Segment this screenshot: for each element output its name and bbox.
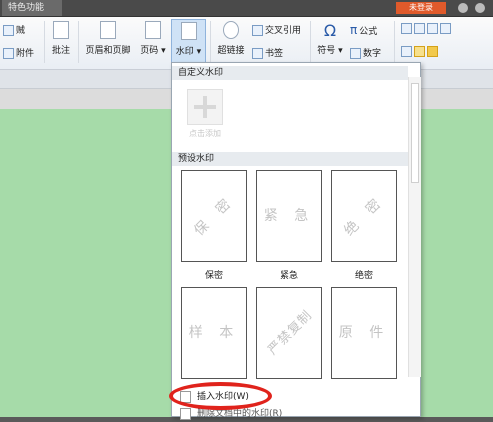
cross-reference-button[interactable]: 交叉引用 (252, 23, 301, 36)
form-icon (427, 23, 438, 34)
login-button[interactable]: 未登录 (396, 2, 446, 14)
attachment-icon (3, 48, 14, 59)
omega-icon: Ω (323, 21, 337, 40)
attachment-button[interactable]: 附件 (3, 46, 34, 59)
pi-icon: π (350, 23, 358, 37)
scroll-thumb[interactable] (411, 83, 419, 183)
table-icon (440, 23, 451, 34)
title-bar: 特色功能 未登录 (0, 0, 493, 17)
ribbon-small-item-1[interactable]: 贼 (3, 23, 25, 36)
ribbon-extra-row-2[interactable] (401, 46, 440, 57)
page-number-button[interactable]: 页码 ▾ (137, 19, 169, 65)
watermark-button[interactable]: 水印 ▾ (171, 19, 206, 65)
preset-watermark-yuanjian[interactable]: 原 件 (331, 287, 397, 379)
watermark-icon (180, 22, 197, 40)
bookmark-button[interactable]: 书签 (252, 46, 283, 59)
watermark-dropdown: 自定义水印 点击添加 预设水印 保 密 紧 急 绝 密 保密 紧急 绝密 样 本… (171, 62, 421, 420)
custom-watermark-header: 自定义水印 (172, 66, 408, 80)
preset-watermark-header: 预设水印 (172, 152, 408, 166)
page-remove-icon (180, 407, 191, 420)
page-number-icon (145, 21, 161, 39)
preset-watermark-yanjinfuzhi[interactable]: 严禁复制 (256, 287, 322, 379)
comment-button[interactable]: 批注 (48, 19, 74, 65)
comment-icon (53, 21, 69, 39)
lock-icon (427, 46, 438, 57)
formula-button[interactable]: π 公式 (350, 23, 377, 37)
header-footer-button[interactable]: 页眉和页脚 (82, 19, 134, 65)
preset-watermark-yangben[interactable]: 样 本 (181, 287, 247, 379)
settings-icon[interactable] (458, 3, 468, 13)
text-icon (401, 46, 412, 57)
feature-tab[interactable]: 特色功能 (2, 0, 62, 16)
ribbon-extra-row-1[interactable] (401, 23, 453, 34)
highlight-circle-annotation (169, 382, 272, 410)
flag-icon (252, 48, 263, 59)
checkbox-icon (414, 23, 425, 34)
number-button[interactable]: 数字 (350, 46, 381, 59)
document-icon (3, 25, 14, 36)
cross-reference-icon (252, 25, 263, 36)
document-page-right (421, 109, 493, 417)
field-icon (401, 23, 412, 34)
header-footer-icon (100, 21, 116, 39)
symbol-button[interactable]: Ω 符号 ▾ (314, 19, 346, 65)
preset-watermark-baomi[interactable]: 保 密 (181, 170, 247, 262)
document-page-left (0, 109, 171, 417)
plus-icon (187, 89, 223, 125)
add-custom-watermark-button[interactable]: 点击添加 (182, 89, 228, 139)
preset-caption: 保密 (204, 271, 223, 281)
preset-caption: 绝密 (354, 271, 373, 281)
hyperlink-button[interactable]: 超链接 (214, 19, 248, 65)
number-icon (350, 48, 361, 59)
help-icon[interactable] (475, 3, 485, 13)
globe-icon (223, 21, 239, 39)
preset-caption: 紧急 (279, 271, 298, 281)
preset-watermark-jinji[interactable]: 紧 急 (256, 170, 322, 262)
highlighter-icon (414, 46, 425, 57)
preset-watermark-juemi[interactable]: 绝 密 (331, 170, 397, 262)
dropdown-scrollbar[interactable] (408, 77, 421, 377)
